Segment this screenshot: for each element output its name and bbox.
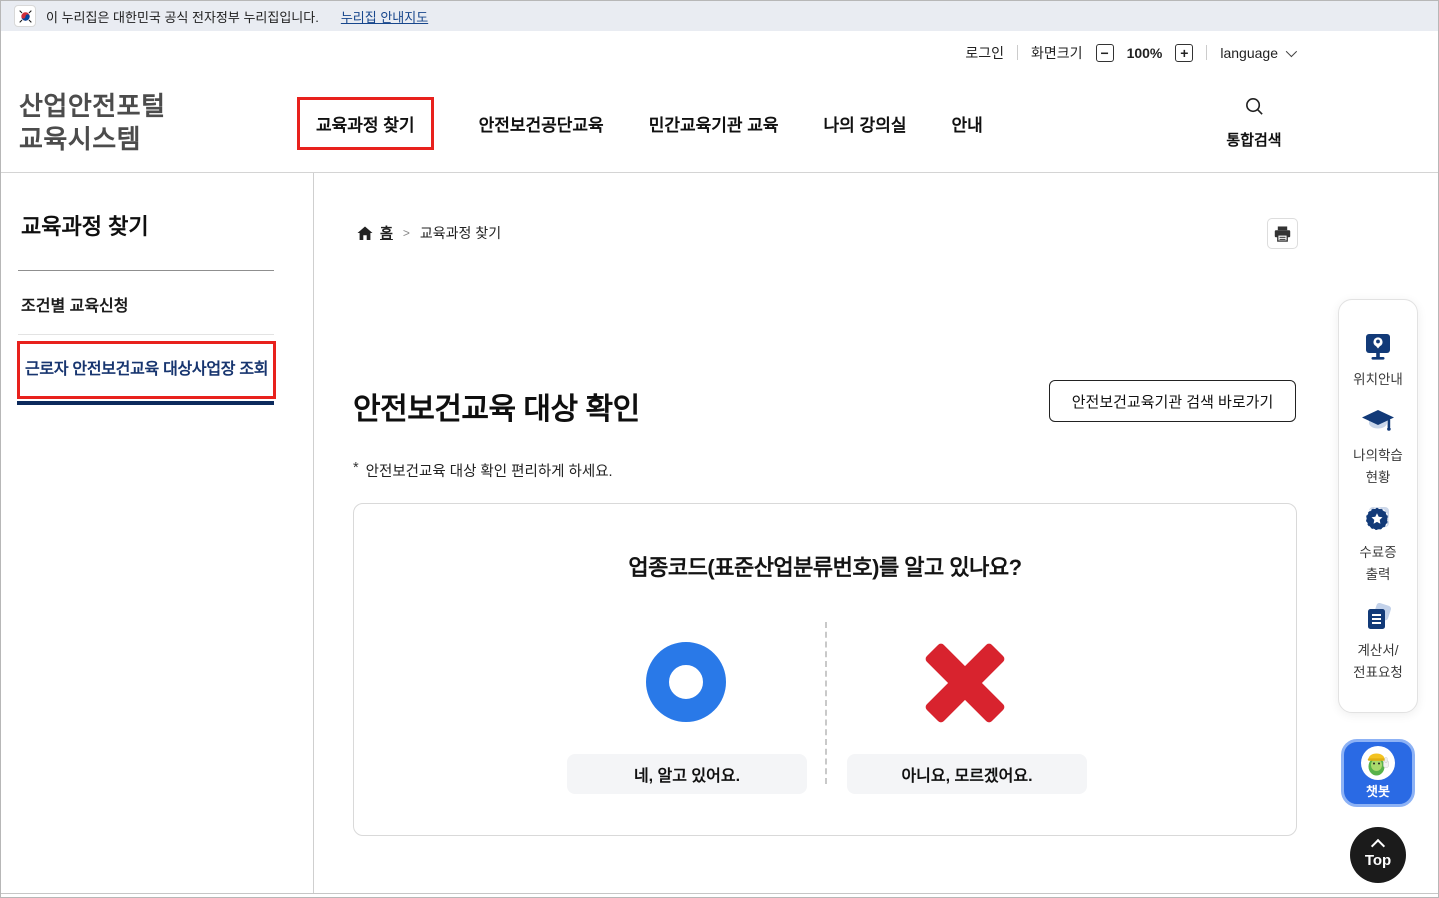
logo-line2: 교육시스템 (19, 123, 166, 156)
answer-no-button[interactable]: 아니요, 모르겠어요. (847, 754, 1087, 794)
note-asterisk: * (353, 460, 359, 481)
circle-o-icon (646, 642, 726, 722)
x-icon (925, 643, 1005, 723)
breadcrumb-home-label: 홈 (380, 223, 393, 243)
nav-item-course-search[interactable]: 교육과정 찾기 (297, 97, 434, 150)
page: 이 누리집은 대한민국 공식 전자정부 누리집입니다. 누리집 안내지도 로그인… (0, 0, 1439, 898)
quick-menu-label: 수료증 (1359, 542, 1396, 564)
chatbot-label: 챗봇 (1366, 781, 1390, 800)
industry-code-question-card: 업종코드(표준산업분류번호)를 알고 있나요? 네, 알고 있어요. 아니요, … (353, 503, 1297, 836)
zoom-out-button[interactable]: − (1096, 44, 1114, 62)
nav-item-kosha-education[interactable]: 안전보건공단교육 (479, 111, 604, 136)
header: 산업안전포털 교육시스템 교육과정 찾기 안전보건공단교육 민간교육기관 교육 … (1, 74, 1438, 173)
chevron-up-icon (1371, 839, 1385, 853)
search-icon (1244, 96, 1265, 117)
breadcrumb: 홈 > 교육과정 찾기 (357, 223, 501, 243)
sidebar-item-conditional-apply[interactable]: 조건별 교육신청 (21, 292, 129, 316)
site-logo[interactable]: 산업안전포털 교육시스템 (19, 90, 166, 156)
chevron-down-icon (1286, 45, 1297, 56)
logo-line1: 산업안전포털 (19, 90, 166, 123)
gov-banner-text: 이 누리집은 대한민국 공식 전자정부 누리집입니다. (46, 7, 319, 26)
page-note: * 안전보건교육 대상 확인 편리하게 하세요. (353, 460, 613, 481)
quick-menu-my-learning[interactable]: 나의학습 현황 (1353, 408, 1403, 489)
search-label: 통합검색 (1221, 129, 1287, 150)
divider (18, 334, 274, 335)
nav-item-private-education[interactable]: 민간교육기관 교육 (649, 111, 779, 136)
certificate-seal-icon (1362, 505, 1394, 535)
breadcrumb-current: 교육과정 찾기 (420, 223, 501, 243)
login-link[interactable]: 로그인 (965, 43, 1004, 63)
divider (18, 270, 274, 271)
answer-yes-button[interactable]: 네, 알고 있어요. (567, 754, 807, 794)
utility-bar: 로그인 화면크기 − 100% + language (1, 31, 1438, 74)
sidebar-active-item-wrap: 근로자 안전보건교육 대상사업장 조회 (17, 341, 276, 405)
printer-icon (1274, 226, 1291, 242)
sidebar-title: 교육과정 찾기 (21, 209, 149, 241)
print-button[interactable] (1267, 218, 1298, 249)
back-to-top-button[interactable]: Top (1350, 827, 1406, 883)
quick-menu-label: 전표요청 (1353, 662, 1403, 684)
zoom-in-button[interactable]: + (1175, 44, 1193, 62)
graduation-cap-icon (1361, 408, 1395, 438)
language-selector[interactable]: language (1220, 45, 1294, 61)
quick-menu-panel: 위치안내 나의학습 현황 수료증 출력 (1338, 299, 1418, 713)
korea-flag-icon (14, 5, 36, 27)
top-label: Top (1365, 852, 1391, 869)
divider (1017, 45, 1018, 60)
language-label: language (1220, 45, 1278, 61)
quick-menu-certificate-print[interactable]: 수료증 출력 (1359, 505, 1396, 586)
annotation-highlight-sidebar: 근로자 안전보건교육 대상사업장 조회 (17, 341, 276, 399)
page-title: 안전보건교육 대상 확인 (353, 384, 640, 428)
divider (1206, 45, 1207, 60)
quick-menu-invoice-request[interactable]: 계산서/ 전표요청 (1353, 603, 1403, 684)
nav-item-guide[interactable]: 안내 (951, 111, 982, 136)
card-question: 업종코드(표준산업분류번호)를 알고 있나요? (354, 550, 1296, 582)
sitemap-link[interactable]: 누리집 안내지도 (341, 7, 428, 26)
quick-menu-label: 현황 (1366, 467, 1391, 489)
zoom-level: 100% (1127, 45, 1163, 61)
gov-banner: 이 누리집은 대한민국 공식 전자정부 누리집입니다. 누리집 안내지도 (1, 1, 1438, 31)
chatbot-button[interactable]: 챗봇 (1341, 739, 1415, 807)
note-text: 안전보건교육 대상 확인 편리하게 하세요. (366, 460, 613, 481)
quick-menu-label: 나의학습 (1353, 445, 1403, 467)
dashed-divider (825, 622, 827, 784)
sidebar-item-worker-education-lookup[interactable]: 근로자 안전보건교육 대상사업장 조회 (25, 355, 270, 384)
chatbot-mascot-icon (1361, 746, 1395, 780)
quick-menu-label: 출력 (1366, 564, 1391, 586)
breadcrumb-home[interactable]: 홈 (357, 223, 393, 243)
quick-menu-location-guide[interactable]: 위치안내 (1353, 332, 1403, 391)
left-sidebar: 교육과정 찾기 조건별 교육신청 근로자 안전보건교육 대상사업장 조회 (1, 173, 314, 893)
active-item-underline (17, 401, 274, 405)
main-nav: 교육과정 찾기 안전보건공단교육 민간교육기관 교육 나의 강의실 안내 (297, 74, 983, 173)
quick-menu-label: 계산서/ (1357, 640, 1398, 662)
screen-size-label: 화면크기 (1031, 43, 1083, 63)
footer-top-border (1, 893, 1438, 894)
location-monitor-icon (1362, 332, 1394, 362)
breadcrumb-separator: > (403, 226, 410, 240)
quick-menu-label: 위치안내 (1353, 369, 1403, 391)
global-search-button[interactable]: 통합검색 (1221, 96, 1287, 150)
invoice-document-icon (1362, 603, 1394, 633)
home-icon (357, 226, 373, 241)
institution-search-shortcut-button[interactable]: 안전보건교육기관 검색 바로가기 (1049, 380, 1296, 422)
nav-item-my-classroom[interactable]: 나의 강의실 (824, 111, 907, 136)
